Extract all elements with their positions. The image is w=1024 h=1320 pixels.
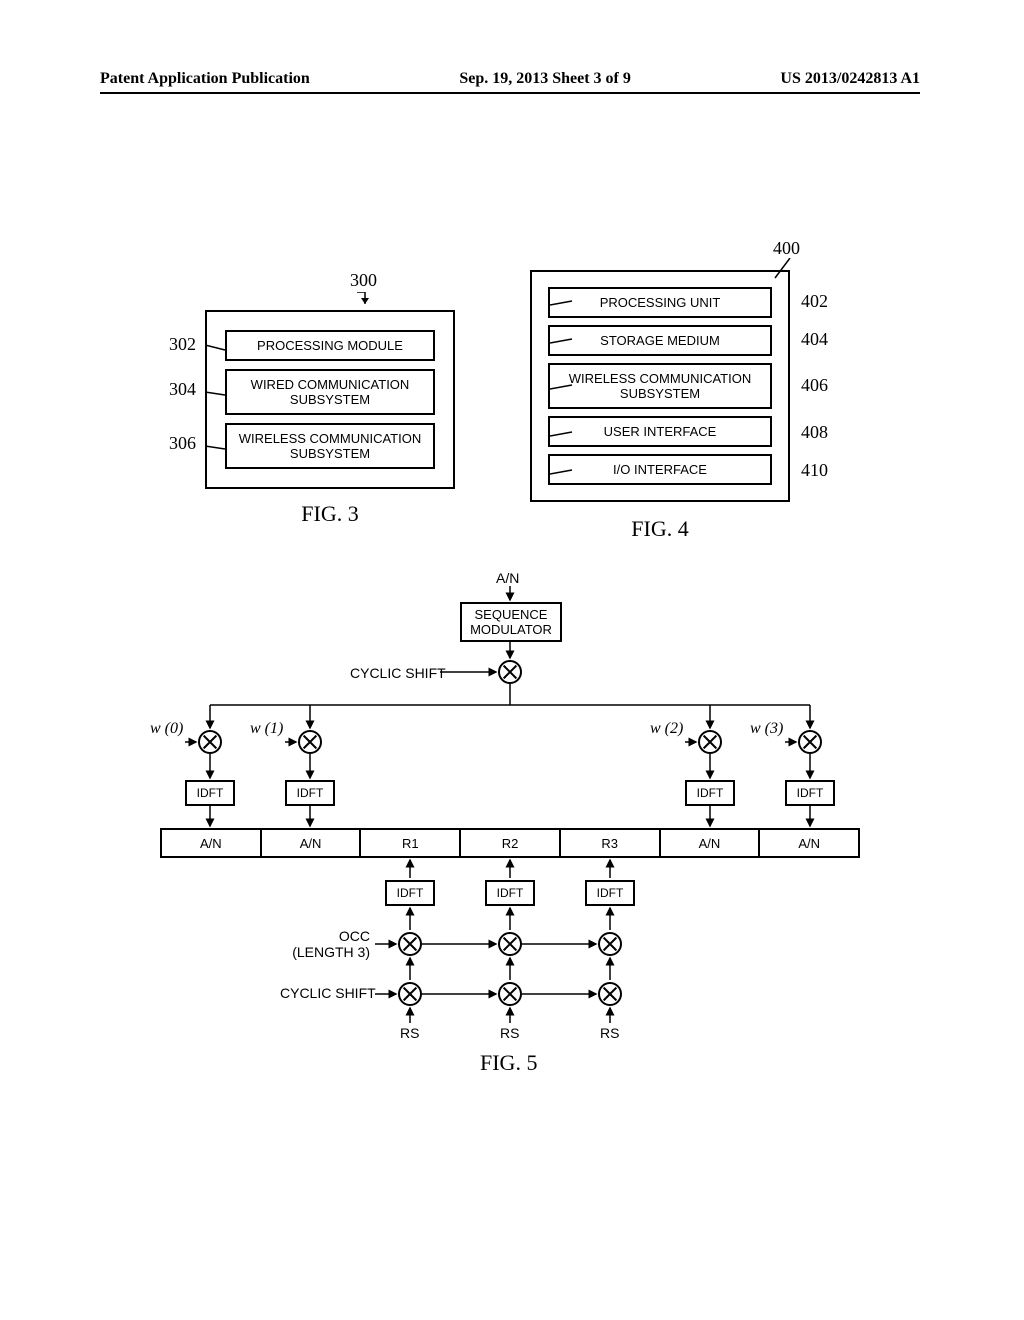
fig5-idft-2: IDFT xyxy=(685,780,735,806)
header-right: US 2013/0242813 A1 xyxy=(780,70,920,88)
fig4-block-406-text: WIRELESS COMMUNICATION SUBSYSTEM xyxy=(554,371,766,401)
fig5-slot-1: A/N xyxy=(262,830,362,856)
fig4-block-404: STORAGE MEDIUM 404 xyxy=(548,325,772,356)
figure-5: A/N SEQUENCE MODULATOR CYCLIC SHIFT w (0… xyxy=(150,570,870,1150)
fig5-rs-2: RS xyxy=(600,1025,619,1041)
fig4-block-402: PROCESSING UNIT 402 xyxy=(548,287,772,318)
fig3-caption: FIG. 3 xyxy=(205,501,455,527)
fig3-ref-304: 304 xyxy=(169,379,196,400)
fig5-slot-3: R2 xyxy=(461,830,561,856)
fig5-cyclic-shift-top: CYCLIC SHIFT xyxy=(350,665,446,681)
fig3-block-306-text: WIRELESS COMMUNICATION SUBSYSTEM xyxy=(231,431,429,461)
page-header: Patent Application Publication Sep. 19, … xyxy=(100,70,920,94)
header-left: Patent Application Publication xyxy=(100,70,310,88)
fig3-block-304-text: WIRED COMMUNICATION SUBSYSTEM xyxy=(231,377,429,407)
fig4-block-410-text: I/O INTERFACE xyxy=(613,462,707,477)
fig5-input-an: A/N xyxy=(496,570,519,586)
fig5-idft-3: IDFT xyxy=(785,780,835,806)
fig5-slot-4: R3 xyxy=(561,830,661,856)
fig5-idft-rs-0: IDFT xyxy=(385,880,435,906)
fig4-ref-410: 410 xyxy=(801,460,828,481)
figure-3: 300 PROCESSING MODULE 302 WIRED COMMUNIC… xyxy=(205,310,455,527)
fig4-ref-404: 404 xyxy=(801,329,828,350)
fig4-ref: 400 xyxy=(773,238,800,259)
fig4-ref-402: 402 xyxy=(801,291,828,312)
fig3-block-306: WIRELESS COMMUNICATION SUBSYSTEM 306 xyxy=(225,423,435,469)
fig5-mult-occ-0 xyxy=(398,932,422,956)
fig3-ref-306: 306 xyxy=(169,433,196,454)
fig5-rs-1: RS xyxy=(500,1025,519,1041)
figure-4: 400 PROCESSING UNIT 402 STORAGE MEDIUM 4… xyxy=(530,270,790,542)
fig4-block-404-text: STORAGE MEDIUM xyxy=(600,333,720,348)
fig4-block-408: USER INTERFACE 408 xyxy=(548,416,772,447)
fig5-mult-occ-1 xyxy=(498,932,522,956)
fig5-idft-1: IDFT xyxy=(285,780,335,806)
fig5-weight-3: w (3) xyxy=(750,720,783,738)
fig3-block-302-text: PROCESSING MODULE xyxy=(257,338,403,353)
fig4-container: PROCESSING UNIT 402 STORAGE MEDIUM 404 W… xyxy=(530,270,790,502)
header-center: Sep. 19, 2013 Sheet 3 of 9 xyxy=(459,70,631,88)
fig3-ref: 300 xyxy=(350,270,377,291)
fig4-block-410: I/O INTERFACE 410 xyxy=(548,454,772,485)
fig5-mult-occ-2 xyxy=(598,932,622,956)
fig5-weight-2: w (2) xyxy=(650,720,683,738)
fig5-mult-cs-0 xyxy=(398,982,422,1006)
fig5-mult-cs-2 xyxy=(598,982,622,1006)
fig5-slot-5: A/N xyxy=(661,830,761,856)
fig5-mult-cs-1 xyxy=(498,982,522,1006)
fig4-block-406: WIRELESS COMMUNICATION SUBSYSTEM 406 xyxy=(548,363,772,409)
fig5-weight-1: w (1) xyxy=(250,720,283,738)
fig5-slot-row: A/N A/N R1 R2 R3 A/N A/N xyxy=(160,828,860,858)
fig5-occ-label: OCC (LENGTH 3) xyxy=(290,928,370,960)
fig4-caption: FIG. 4 xyxy=(530,516,790,542)
fig5-slot-2: R1 xyxy=(361,830,461,856)
fig4-block-408-text: USER INTERFACE xyxy=(604,424,717,439)
fig5-mult-w1 xyxy=(298,730,322,754)
fig5-rs-0: RS xyxy=(400,1025,419,1041)
fig5-cyclic-shift-bottom: CYCLIC SHIFT xyxy=(280,985,376,1001)
fig5-caption: FIG. 5 xyxy=(480,1050,537,1076)
fig5-mult-w2 xyxy=(698,730,722,754)
fig5-mult-w3 xyxy=(798,730,822,754)
fig5-weight-0: w (0) xyxy=(150,720,183,738)
fig5-idft-rs-1: IDFT xyxy=(485,880,535,906)
fig3-block-302: PROCESSING MODULE 302 xyxy=(225,330,435,361)
fig4-ref-406: 406 xyxy=(801,375,828,396)
fig3-block-304: WIRED COMMUNICATION SUBSYSTEM 304 xyxy=(225,369,435,415)
fig4-block-402-text: PROCESSING UNIT xyxy=(600,295,721,310)
fig5-slot-0: A/N xyxy=(162,830,262,856)
fig5-mult-cyclic-top xyxy=(498,660,522,684)
fig3-ref-302: 302 xyxy=(169,334,196,355)
fig5-slot-6: A/N xyxy=(760,830,858,856)
fig5-idft-0: IDFT xyxy=(185,780,235,806)
fig5-idft-rs-2: IDFT xyxy=(585,880,635,906)
fig5-mult-w0 xyxy=(198,730,222,754)
fig5-sequence-modulator: SEQUENCE MODULATOR xyxy=(460,602,562,642)
fig3-container: PROCESSING MODULE 302 WIRED COMMUNICATIO… xyxy=(205,310,455,489)
fig4-ref-408: 408 xyxy=(801,422,828,443)
